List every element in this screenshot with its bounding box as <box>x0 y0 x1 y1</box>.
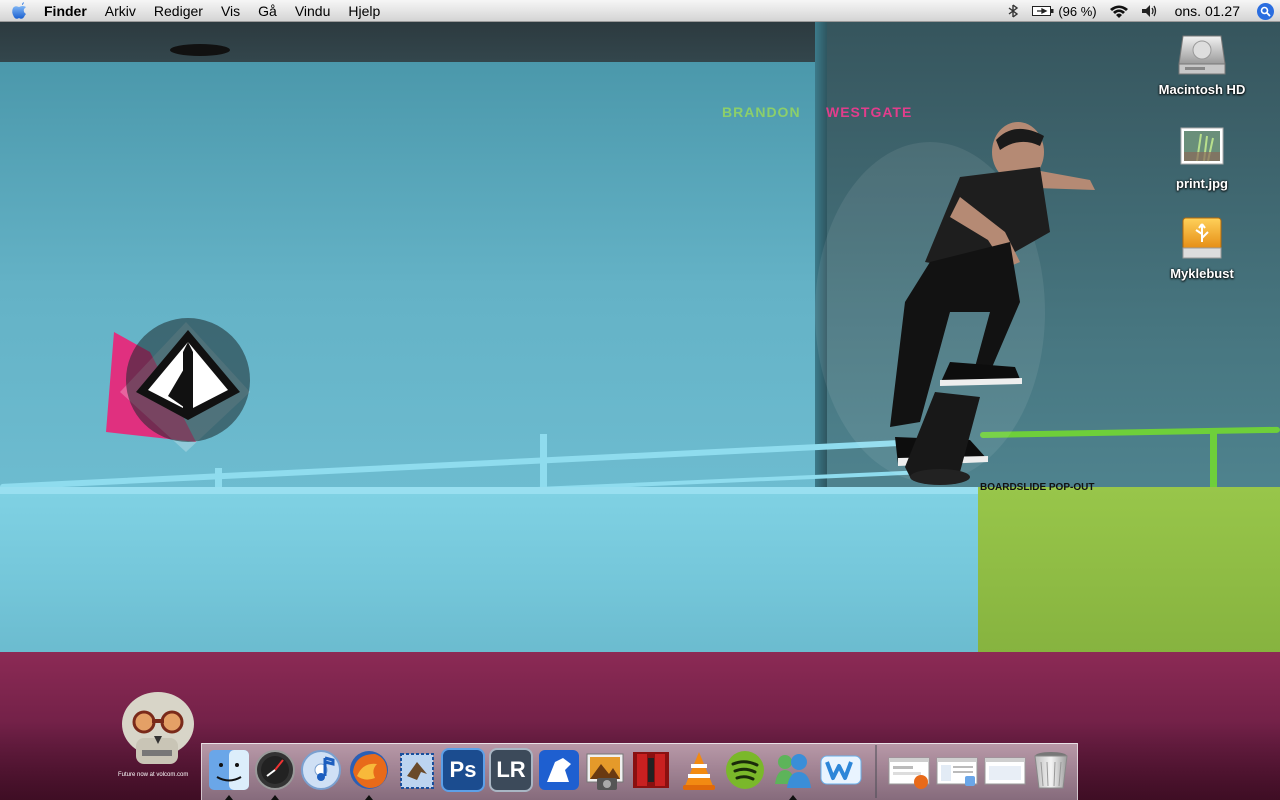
photo-booth-icon <box>633 752 669 788</box>
volcom-logo <box>100 292 260 452</box>
firefox-icon <box>350 751 388 789</box>
skull-caption: Future now at volcom.com <box>118 772 189 778</box>
apple-menu[interactable] <box>0 0 38 22</box>
dock-dashboard[interactable] <box>253 748 297 792</box>
desktop-icon-label: Macintosh HD <box>1158 82 1246 97</box>
dock-itunes[interactable] <box>299 748 343 792</box>
itunes-icon <box>301 750 341 790</box>
wallpaper-name-last: WESTGATE <box>826 104 913 120</box>
hard-drive-icon <box>1177 30 1227 78</box>
window-stack-firefox-icon <box>888 757 930 789</box>
wallpaper-caption: BOARDSLIDE POP-OUT <box>980 482 1095 493</box>
rail-post-green <box>1210 432 1217 494</box>
menu-clock[interactable]: ons. 01.27 <box>1165 0 1250 22</box>
dock-messenger[interactable] <box>771 748 815 792</box>
wifi-icon <box>1109 5 1128 18</box>
wallpaper-name-first: BRANDON <box>722 104 801 120</box>
usb-drive-icon <box>1177 214 1227 262</box>
dock-separator <box>875 745 877 798</box>
desktop-icon-macintosh-hd[interactable]: Macintosh HD <box>1147 30 1257 97</box>
volume-menu[interactable] <box>1135 0 1165 22</box>
growl-icon <box>539 750 579 790</box>
battery-percent: (96 %) <box>1058 3 1097 19</box>
wifi-menu[interactable] <box>1103 0 1135 22</box>
dock-spotify[interactable] <box>723 748 767 792</box>
menu-arkiv[interactable]: Arkiv <box>96 0 145 22</box>
dock-photoshop[interactable]: Ps <box>441 748 485 792</box>
menu-vis[interactable]: Vis <box>212 0 249 22</box>
dock-finder[interactable] <box>207 748 251 792</box>
menu-vindu[interactable]: Vindu <box>286 0 340 22</box>
dock-minimized-window-2[interactable] <box>935 748 979 792</box>
bluetooth-menu[interactable] <box>1000 0 1026 22</box>
dock-iphoto[interactable] <box>583 748 627 792</box>
messenger-icon <box>775 754 811 788</box>
iphoto-icon <box>586 753 624 790</box>
spotlight-button[interactable] <box>1250 0 1280 22</box>
image-file-icon <box>1177 124 1227 172</box>
window-stack-icon <box>984 757 1026 785</box>
desktop-icon-label: print.jpg <box>1176 176 1228 191</box>
spotify-icon <box>726 751 764 789</box>
running-indicator <box>789 795 797 800</box>
dock: Ps LR <box>201 743 1078 800</box>
menu-rediger[interactable]: Rediger <box>145 0 212 22</box>
dock-growl[interactable] <box>537 748 581 792</box>
bluetooth-icon <box>1008 4 1019 18</box>
writer-icon <box>820 755 862 785</box>
battery-menu[interactable]: (96 %) <box>1026 0 1102 22</box>
running-indicator <box>225 795 233 800</box>
dock-photo-booth[interactable] <box>629 748 673 792</box>
mail-icon <box>400 753 434 789</box>
finder-icon <box>209 750 249 790</box>
apple-icon <box>12 1 26 19</box>
menu-app-finder[interactable]: Finder <box>38 0 96 22</box>
lightroom-icon: LR <box>489 748 533 792</box>
trash-icon <box>1034 752 1068 789</box>
desktop-icon-myklebust[interactable]: Myklebust <box>1147 214 1257 281</box>
skater-photo <box>810 122 1120 492</box>
ceiling-light <box>170 44 230 56</box>
dock-vlc[interactable] <box>677 748 721 792</box>
vlc-icon <box>683 752 715 790</box>
dock-firefox[interactable] <box>347 748 391 792</box>
battery-icon <box>1032 6 1054 16</box>
window-stack-finder-icon <box>936 757 978 786</box>
desktop-wallpaper: BRANDON WESTGATE BOARDSLIDE POP-OUT Futu… <box>0 22 1280 800</box>
dock-lightroom[interactable]: LR <box>489 748 533 792</box>
rail-post <box>540 434 547 492</box>
dock-minimized-window-1[interactable] <box>887 748 931 792</box>
dock-trash[interactable] <box>1029 748 1073 792</box>
menu-bar: Finder Arkiv Rediger Vis Gå Vindu Hjelp … <box>0 0 1280 22</box>
menu-hjelp[interactable]: Hjelp <box>339 0 389 22</box>
dock-writer[interactable] <box>819 748 863 792</box>
desktop-icon-label: Myklebust <box>1170 266 1234 281</box>
running-indicator <box>365 795 373 800</box>
photoshop-icon: Ps <box>441 748 485 792</box>
skull-graphic <box>112 690 202 782</box>
desktop-icon-print-jpg[interactable]: print.jpg <box>1147 124 1257 191</box>
dock-minimized-window-3[interactable] <box>983 748 1027 792</box>
menu-bar-status: (96 %) ons. 01.27 <box>1000 0 1280 22</box>
running-indicator <box>271 795 279 800</box>
menu-ga[interactable]: Gå <box>249 0 286 22</box>
dock-mail[interactable] <box>395 748 439 792</box>
volume-icon <box>1141 5 1156 17</box>
spotlight-icon <box>1256 2 1274 20</box>
menu-bar-left: Finder Arkiv Rediger Vis Gå Vindu Hjelp <box>0 0 389 22</box>
dashboard-icon <box>255 750 295 790</box>
